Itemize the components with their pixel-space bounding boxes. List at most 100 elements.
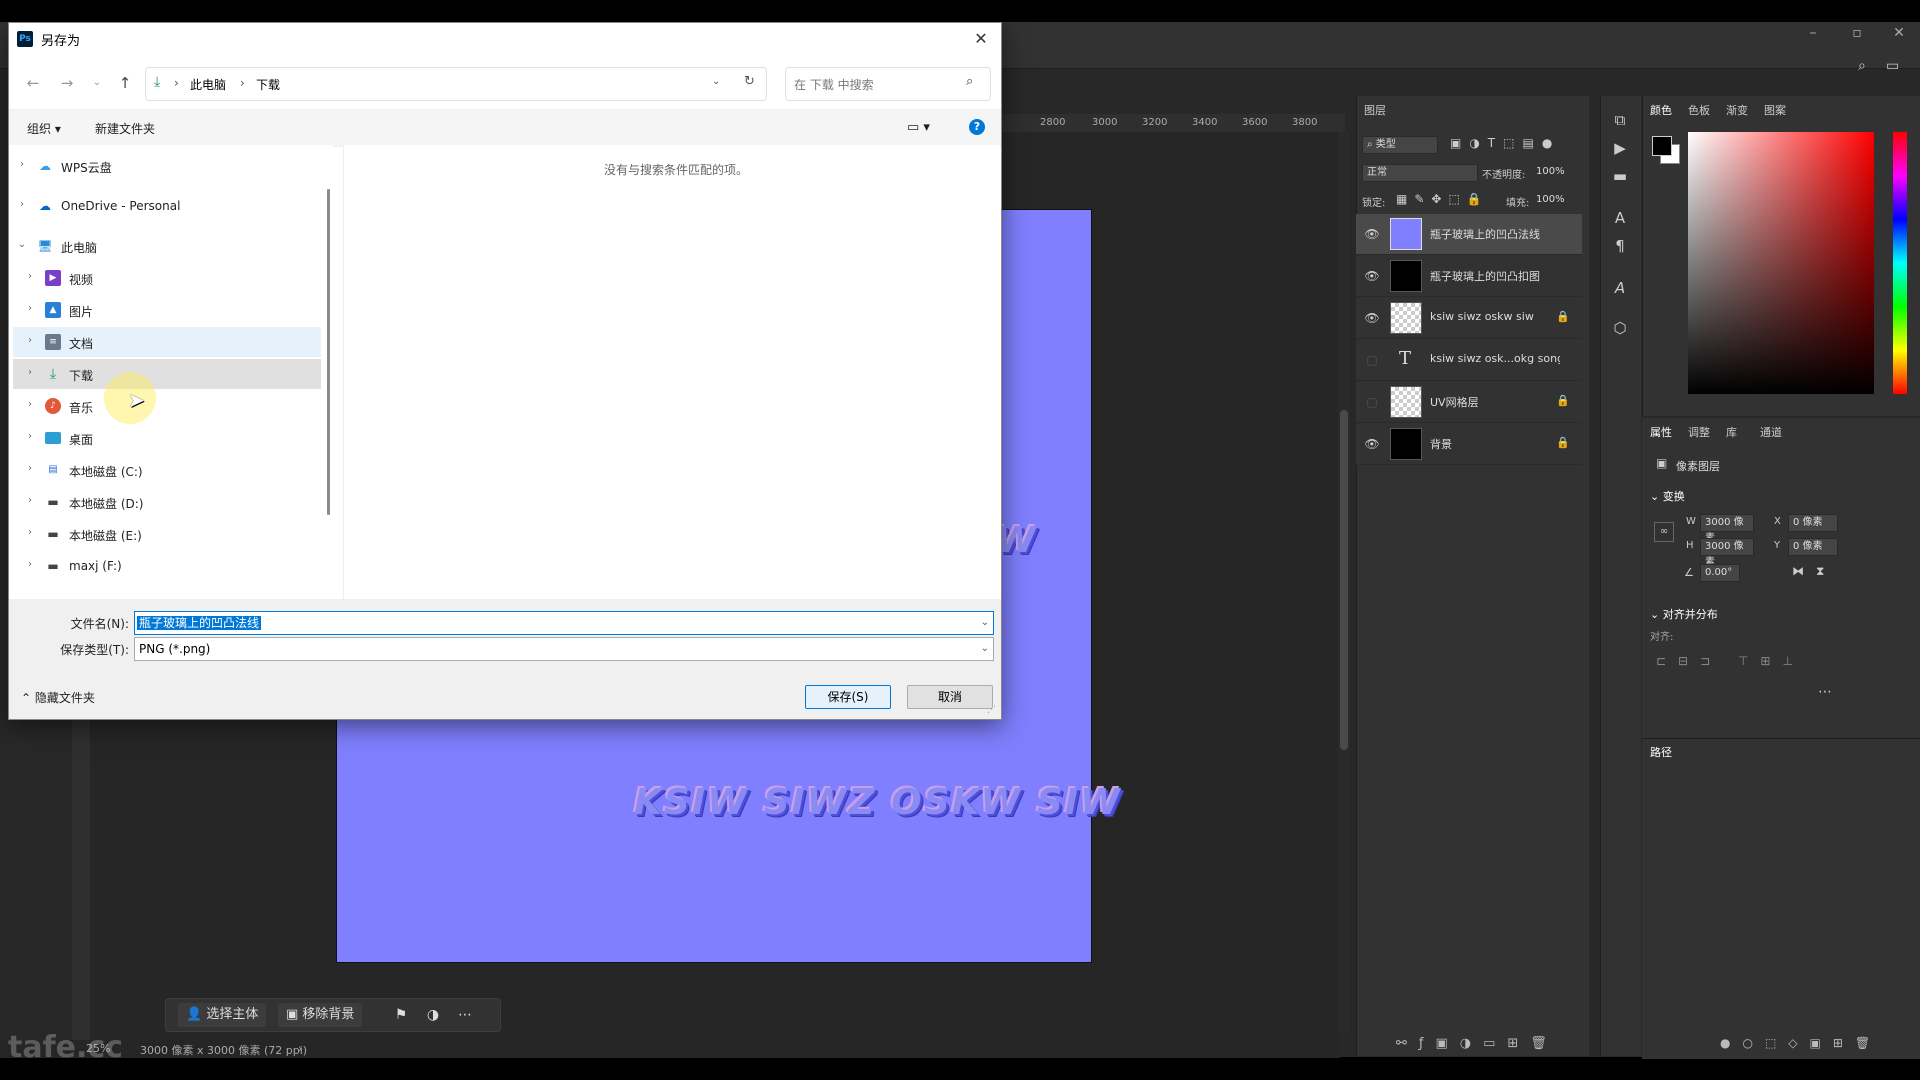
- chevron-right-icon[interactable]: ›: [15, 198, 29, 212]
- filename-value[interactable]: 瓶子玻璃上的凹凸法线: [137, 616, 262, 630]
- eye-hidden-icon[interactable]: ▢: [1364, 394, 1380, 410]
- filetype-select[interactable]: PNG (*.png) ⌄: [134, 637, 994, 661]
- minimize-icon[interactable]: –: [1790, 22, 1836, 44]
- eye-icon[interactable]: 👁: [1364, 268, 1380, 284]
- nav-item-drive-c[interactable]: › ▤ 本地磁盘 (C:): [13, 455, 321, 485]
- tab-paths[interactable]: 路径: [1650, 744, 1672, 760]
- layer-filter-icons[interactable]: ▣◑T⬚▤●: [1450, 136, 1560, 150]
- chevron-right-icon[interactable]: ›: [23, 270, 37, 284]
- color-picker-field[interactable]: [1688, 132, 1874, 394]
- nav-item-drive-e[interactable]: › ▬ 本地磁盘 (E:): [13, 519, 321, 549]
- blend-mode-select[interactable]: 正常: [1362, 164, 1478, 182]
- paragraph-icon[interactable]: ¶: [1608, 234, 1632, 258]
- more-icon[interactable]: ⋯: [1818, 684, 1832, 700]
- align-buttons[interactable]: ⊏⊟⊐ ⊤⊞⊥: [1656, 654, 1805, 668]
- angle-field[interactable]: 0.00°: [1700, 564, 1740, 582]
- maximize-icon[interactable]: ▫: [1834, 22, 1880, 44]
- layer-actions-bar[interactable]: ⚯ƒ▣◑▭⊞🗑: [1396, 1036, 1559, 1051]
- transform-section-header[interactable]: ⌄ 变换: [1650, 488, 1685, 504]
- forward-arrow-icon[interactable]: →: [55, 71, 79, 95]
- nav-scroll-thumb[interactable]: [327, 189, 330, 515]
- dialog-titlebar[interactable]: Ps 另存为 ✕: [9, 23, 1001, 55]
- opacity-value[interactable]: 100%: [1536, 166, 1565, 177]
- adjust-icon[interactable]: ◑: [420, 1003, 446, 1027]
- chevron-right-icon[interactable]: ›: [298, 1042, 302, 1055]
- back-arrow-icon[interactable]: ←: [21, 71, 45, 95]
- window-close-icon[interactable]: ✕: [1876, 22, 1920, 44]
- layer-row[interactable]: 👁 背景 🔒: [1356, 424, 1582, 465]
- layer-row[interactable]: 👁 ksiw siwz oskw siw 🔒: [1356, 298, 1582, 339]
- tab-properties[interactable]: 属性: [1650, 424, 1672, 440]
- tab-color[interactable]: 颜色: [1650, 102, 1672, 118]
- recent-chevron-icon[interactable]: ⌄: [85, 71, 109, 95]
- nav-item-drive-d[interactable]: › ▬ 本地磁盘 (D:): [13, 487, 321, 517]
- chevron-right-icon[interactable]: ›: [23, 302, 37, 316]
- tab-gradients[interactable]: 渐变: [1726, 102, 1748, 118]
- width-field[interactable]: 3000 像素: [1700, 514, 1754, 544]
- tab-libraries[interactable]: 库: [1726, 424, 1737, 440]
- eye-icon[interactable]: 👁: [1364, 310, 1380, 326]
- tab-patterns[interactable]: 图案: [1764, 102, 1786, 118]
- up-arrow-icon[interactable]: ↑: [113, 71, 137, 95]
- close-icon[interactable]: ✕: [969, 27, 993, 51]
- x-field[interactable]: 0 像素: [1788, 514, 1838, 532]
- filename-input[interactable]: 瓶子玻璃上的凹凸法线 ⌄: [134, 611, 994, 635]
- nav-item-videos[interactable]: › ▶ 视频: [13, 263, 321, 293]
- path-icon[interactable]: ⚑: [388, 1003, 414, 1027]
- history-icon[interactable]: ⧉: [1608, 108, 1632, 132]
- remove-background-button[interactable]: ▣ 移除背景: [278, 1003, 363, 1027]
- search-icon[interactable]: ⌕: [966, 74, 973, 89]
- more-icon[interactable]: ⋯: [452, 1003, 478, 1027]
- layer-row[interactable]: 👁 瓶子玻璃上的凹凸法线: [1356, 214, 1582, 255]
- chevron-right-icon[interactable]: ›: [23, 334, 37, 348]
- breadcrumb-this-pc[interactable]: 此电脑: [190, 76, 226, 93]
- nav-item-this-pc[interactable]: ⌄ 🖥 此电脑: [13, 231, 321, 261]
- chevron-right-icon[interactable]: ›: [23, 494, 37, 508]
- nav-item-wps-cloud[interactable]: › ☁ WPS云盘: [13, 151, 321, 181]
- select-subject-button[interactable]: 👤 选择主体: [178, 1003, 267, 1027]
- resize-grip-icon[interactable]: ⋰: [987, 705, 996, 715]
- comment-icon[interactable]: ▬: [1608, 164, 1632, 188]
- chevron-right-icon[interactable]: ›: [23, 462, 37, 476]
- chevron-right-icon[interactable]: ›: [23, 430, 37, 444]
- search-box[interactable]: 在 下载 中搜索 ⌕: [785, 67, 991, 101]
- glyph-icon[interactable]: A: [1608, 276, 1632, 300]
- flip-icons[interactable]: ⧓⧗: [1792, 564, 1836, 579]
- search-icon[interactable]: ⌕: [1858, 58, 1866, 74]
- play-icon[interactable]: ▶: [1608, 136, 1632, 160]
- chevron-right-icon[interactable]: ›: [23, 366, 37, 380]
- nav-item-pictures[interactable]: › ▲ 图片: [13, 295, 321, 325]
- file-list-pane[interactable]: 没有与搜索条件匹配的项。: [343, 145, 1000, 599]
- chevron-down-icon[interactable]: ⌄: [981, 612, 989, 634]
- height-field[interactable]: 3000 像素: [1700, 538, 1754, 568]
- chevron-down-icon[interactable]: ⌄: [15, 238, 29, 252]
- workspace-icon[interactable]: ▭: [1886, 58, 1899, 74]
- y-field[interactable]: 0 像素: [1788, 538, 1838, 556]
- help-icon[interactable]: ?: [969, 119, 985, 135]
- eye-icon[interactable]: 👁: [1364, 226, 1380, 242]
- chevron-down-icon[interactable]: ⌄: [981, 638, 989, 660]
- breadcrumb-downloads[interactable]: 下载: [256, 76, 280, 93]
- chevron-right-icon[interactable]: ›: [23, 398, 37, 412]
- nav-item-onedrive[interactable]: › ☁ OneDrive - Personal: [13, 191, 321, 221]
- chevron-down-icon[interactable]: ⌄: [712, 76, 720, 87]
- search-input[interactable]: 在 下载 中搜索: [794, 76, 874, 93]
- save-button[interactable]: 保存(S): [805, 685, 891, 709]
- refresh-icon[interactable]: ↻: [744, 74, 755, 89]
- link-icon[interactable]: ∞: [1654, 522, 1674, 542]
- nav-item-downloads[interactable]: › ⤓ 下载: [13, 359, 321, 389]
- cancel-button[interactable]: 取消: [907, 685, 993, 709]
- foreground-color-swatch[interactable]: [1652, 136, 1672, 156]
- tab-adjustments[interactable]: 调整: [1688, 424, 1710, 440]
- eye-icon[interactable]: 👁: [1364, 436, 1380, 452]
- address-bar[interactable]: ⤓ › 此电脑 › 下载 ⌄ ↻: [145, 67, 767, 101]
- canvas-scroll-thumb[interactable]: [1340, 410, 1348, 750]
- tab-layers[interactable]: 图层: [1364, 102, 1386, 118]
- nav-item-drive-f[interactable]: › ▬ maxj (F:): [13, 551, 321, 581]
- tab-channels[interactable]: 通道: [1760, 424, 1782, 440]
- tab-swatches[interactable]: 色板: [1688, 102, 1710, 118]
- path-actions-bar[interactable]: ●○⬚◇▣⊞🗑: [1720, 1036, 1882, 1050]
- character-icon[interactable]: A: [1608, 206, 1632, 230]
- layer-row[interactable]: 👁 瓶子玻璃上的凹凸扣图: [1356, 256, 1582, 297]
- layer-filter[interactable]: ⌕ 类型: [1362, 136, 1438, 154]
